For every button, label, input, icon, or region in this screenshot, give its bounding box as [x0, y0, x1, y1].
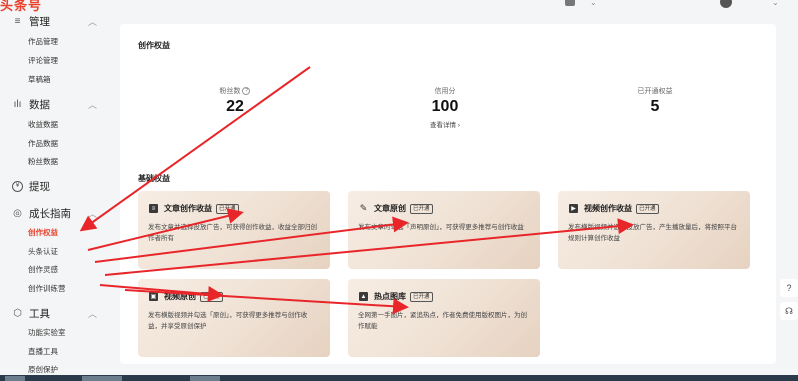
annotation-arrows [79, 66, 634, 315]
annotation-arrow [79, 66, 311, 232]
annotation-arrow [94, 216, 409, 263]
annotation-arrow [87, 208, 244, 251]
annotation-arrow [124, 289, 409, 315]
annotation-arrow [99, 284, 224, 302]
taskbar-item[interactable] [82, 376, 122, 381]
taskbar-item[interactable] [5, 376, 25, 381]
taskbar-item[interactable] [190, 376, 220, 381]
